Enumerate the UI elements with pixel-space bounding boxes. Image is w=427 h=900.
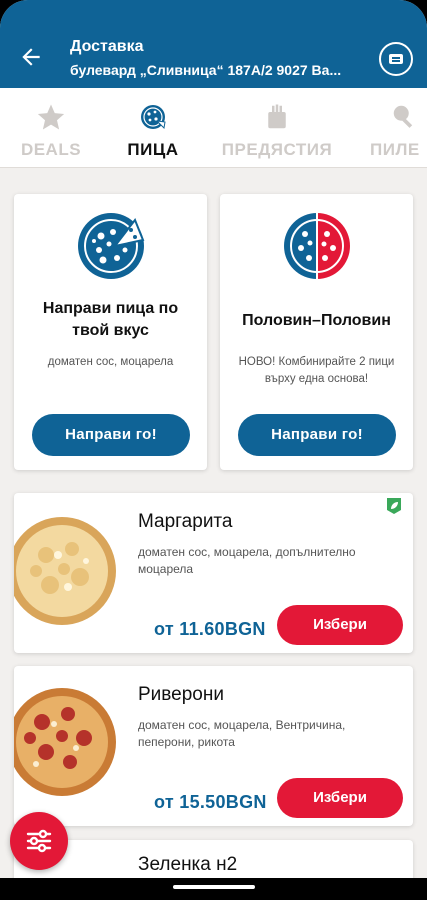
system-nav-bar [0, 878, 427, 900]
product-price: от 11.60BGN [154, 619, 266, 639]
pizza-icon [141, 105, 166, 130]
promo-title: Направи пица по твой вкус [42, 300, 179, 339]
select-button[interactable]: Избери [277, 605, 403, 645]
promo-card-half-half[interactable]: Половин–Половин НОВО! Комбинирайте 2 пиц… [220, 194, 413, 470]
filter-sliders-icon [26, 829, 52, 853]
product-name: Маргарита [138, 511, 233, 532]
tab-deals[interactable]: DEALS [8, 88, 94, 168]
make-it-button[interactable]: Направи го! [238, 414, 396, 456]
app-header: Доставка булевард „Сливница“ 187А/2 9027… [0, 0, 427, 88]
back-arrow-icon[interactable] [18, 44, 44, 70]
tab-starters[interactable]: ПРЕДЯСТИЯ [218, 88, 336, 168]
pizza-icon [77, 213, 144, 279]
tab-label: ПРЕДЯСТИЯ [221, 140, 333, 159]
tab-chicken[interactable]: ПИЛЕ [370, 88, 427, 168]
promo-title: Половин–Половин [242, 312, 391, 329]
promo-card-build-your-own[interactable]: Направи пица по твой вкус доматен сос, м… [14, 194, 207, 470]
select-button[interactable]: Избери [277, 778, 403, 818]
tab-label: ПИЛЕ [370, 140, 420, 159]
riveroni-pizza-image [14, 688, 116, 796]
delivery-address[interactable]: булевард „Сливница“ 187А/2 9027 Ва... [70, 62, 360, 78]
loyalty-card-button[interactable] [379, 42, 413, 76]
tab-pizza[interactable]: ПИЦА [110, 88, 196, 168]
make-it-button[interactable]: Направи го! [32, 414, 190, 456]
product-card-riveroni[interactable]: Риверони доматен сос, моцарела, Вентричи… [14, 666, 413, 826]
product-description: доматен сос, моцарела, Вентричина, пепер… [138, 718, 346, 749]
tab-label: ПИЦА [127, 140, 179, 159]
chicken-icon [393, 105, 413, 128]
filter-button[interactable] [10, 812, 68, 870]
product-description: доматен сос, моцарела, допълнително моца… [138, 545, 356, 576]
promo-description: НОВО! Комбинирайте 2 пици върху една осн… [238, 356, 395, 385]
promo-description: доматен сос, моцарела [47, 356, 174, 368]
home-gesture-pill[interactable] [173, 885, 255, 889]
starter-icon [268, 104, 286, 129]
app-screen: Доставка булевард „Сливница“ 187А/2 9027… [0, 0, 427, 900]
half-half-pizza-icon [283, 213, 350, 279]
product-card-margarita[interactable]: Маргарита доматен сос, моцарела, допълни… [14, 493, 413, 653]
product-price: от 15.50BGN [154, 792, 267, 812]
delivery-mode-title[interactable]: Доставка [70, 38, 144, 56]
tab-label: DEALS [20, 140, 82, 159]
product-name: Зеленка н2 [138, 854, 238, 875]
margarita-pizza-image [14, 517, 116, 625]
category-tabs: DEALS ПИЦА ПРЕДЯСТИЯ ПИЛЕ [0, 88, 427, 168]
product-name: Риверони [138, 684, 224, 705]
vegetarian-badge-icon [387, 498, 401, 514]
star-icon [37, 104, 65, 130]
card-icon [389, 54, 403, 64]
